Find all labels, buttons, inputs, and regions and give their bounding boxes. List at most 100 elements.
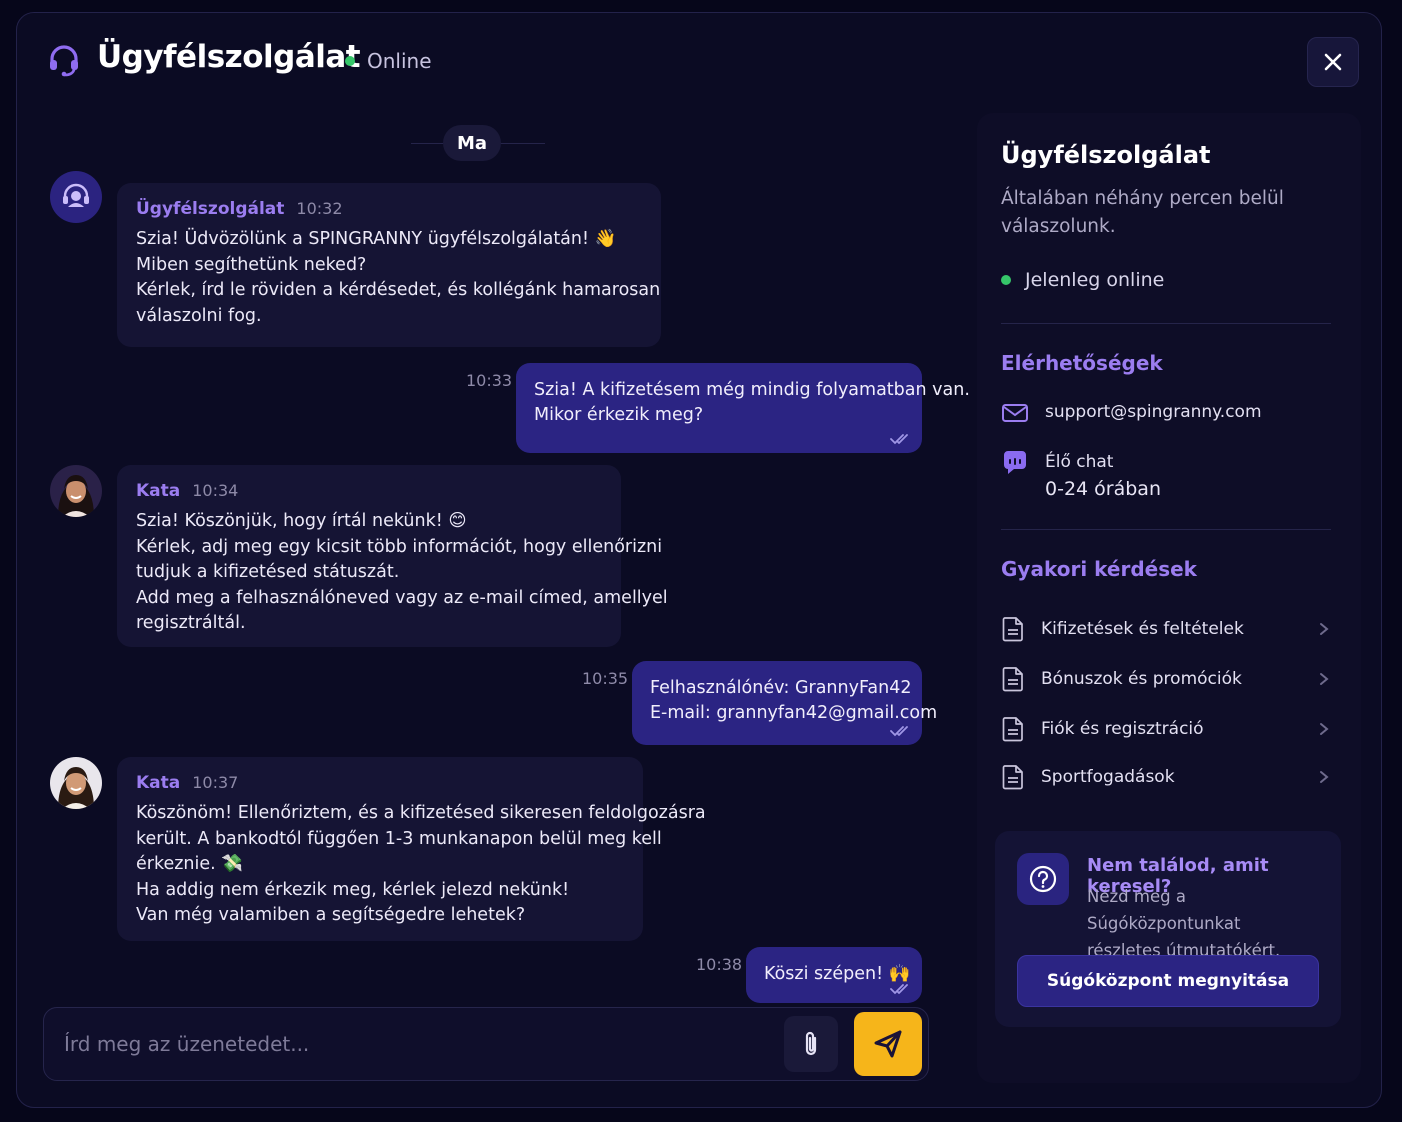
panel-subtitle-line: Általában néhány percen belül [1001, 188, 1284, 209]
faq-item-label: Kifizetések és feltételek [1041, 619, 1244, 639]
chevron-right-icon [1320, 771, 1329, 783]
contact-live-chat[interactable]: Élő chat 0-24 órában [1001, 449, 1161, 503]
live-chat-hours: 0-24 órában [1045, 478, 1161, 500]
message-sender: Ügyfélszolgálat [136, 199, 285, 219]
faq-item[interactable]: Bónuszok és promóciók [1001, 659, 1331, 699]
message-time: 10:32 [296, 199, 343, 218]
message-sender: Kata [136, 481, 181, 501]
faq-item[interactable]: Kifizetések és feltételek [1001, 609, 1331, 649]
info-panel: Ügyfélszolgálat Általában néhány percen … [977, 113, 1361, 1083]
message-text-line: Felhasználónév: GrannyFan42 [650, 678, 912, 698]
faq-item[interactable]: Sportfogadások [1001, 757, 1331, 797]
chevron-right-icon [1320, 723, 1329, 735]
question-mark-icon [1029, 865, 1057, 893]
message-text-line: Ha addig nem érkezik meg, kérlek jelezd … [136, 879, 570, 900]
paperclip-icon [805, 1031, 817, 1056]
chat-header: Ügyfélszolgálat Online [17, 13, 1381, 109]
faq-heading: Gyakori kérdések [1001, 557, 1197, 581]
faq-item-label: Fiók és regisztráció [1041, 719, 1204, 739]
message-text-line: Add meg a felhasználóneved vagy az e-mai… [136, 587, 668, 608]
chevron-right-icon [1320, 673, 1329, 685]
divider [1001, 529, 1331, 530]
live-chat-label: Élő chat [1045, 452, 1114, 472]
message-text-line: Kérlek, írd le röviden a kérdésedet, és … [136, 280, 661, 300]
message-text-line: Van még valamiben a segítségedre lehetek… [136, 905, 526, 925]
message-input[interactable] [64, 1024, 764, 1064]
chevron-right-icon [1320, 623, 1329, 635]
message-time: 10:38 [696, 955, 743, 974]
message-outgoing: Felhasználónév: GrannyFan42 E-mail: gran… [632, 661, 938, 745]
message-text-line: E-mail: grannyfan42@gmail.com [650, 703, 938, 723]
message-text-line: Köszi szépen! 🙌 [764, 964, 911, 984]
divider [1001, 323, 1331, 324]
faq-item-label: Sportfogadások [1041, 767, 1175, 787]
question-icon [1017, 853, 1069, 905]
message-text-line: Miben segíthetünk neked? [136, 254, 367, 275]
message-composer [43, 1007, 929, 1081]
message-text-line: Köszönöm! Ellenőriztem, és a kifizetésed… [136, 803, 706, 823]
day-label: Ma [443, 125, 501, 161]
panel-online-label: Jelenleg online [1025, 269, 1165, 291]
headset-icon [50, 45, 78, 77]
headset-icon [63, 183, 89, 207]
open-help-center-button[interactable]: Súgóközpont megnyitása [1017, 955, 1319, 1007]
message-time: 10:35 [582, 669, 629, 688]
message-time: 10:34 [192, 481, 239, 500]
read-receipt-icon [890, 984, 908, 995]
message-outgoing: Köszi szépen! 🙌 [746, 947, 922, 1003]
agent-avatar [50, 757, 102, 809]
send-icon [874, 1030, 902, 1058]
message-incoming: Kata 10:37 Köszönöm! Ellenőriztem, és a … [117, 757, 706, 941]
faq-item-label: Bónuszok és promóciók [1041, 669, 1242, 689]
message-text-line: Mikor érkezik meg? [534, 405, 704, 425]
agent-portrait [50, 465, 102, 517]
agent-avatar [50, 465, 102, 517]
message-text-line: került. A bankodtól függően 1-3 munkanap… [136, 828, 662, 849]
send-button[interactable] [854, 1012, 922, 1076]
help-body-line: Nézd meg a Súgóközpontunkat [1087, 887, 1241, 933]
help-center-card: Nem találod, amit keresel? Nézd meg a Sú… [995, 831, 1341, 1027]
contact-email[interactable]: support@spingranny.com [1001, 399, 1262, 427]
message-text-line: érkeznie. 💸 [136, 854, 244, 874]
contacts-heading: Elérhetőségek [1001, 351, 1163, 375]
document-icon [1002, 765, 1023, 790]
faq-item[interactable]: Fiók és regisztráció [1001, 709, 1331, 749]
document-icon [1002, 667, 1023, 692]
contact-live-chat-text: Élő chat 0-24 órában [1045, 449, 1161, 503]
message-text-line: regisztráltál. [136, 613, 246, 633]
message-text-line: válaszolni fog. [136, 305, 262, 326]
message-text-line: Szia! Üdvözölünk a SPINGRANNY ügyfélszol… [136, 229, 617, 249]
online-status: Online [345, 49, 432, 73]
panel-online-status: Jelenleg online [1001, 269, 1164, 291]
message-text-line: tudjuk a kifizetésed státuszát. [136, 562, 400, 582]
online-dot-icon [1001, 275, 1011, 285]
chat-title: Ügyfélszolgálat [97, 39, 361, 75]
panel-title: Ügyfélszolgálat [1001, 141, 1211, 169]
day-separator: Ma [411, 125, 545, 161]
attach-button[interactable] [784, 1016, 838, 1072]
mail-icon [1002, 404, 1028, 422]
message-time: 10:33 [466, 371, 513, 390]
read-receipt-icon [890, 726, 908, 737]
close-button[interactable] [1307, 37, 1359, 87]
help-body: Nézd meg a Súgóközpontunkat részletes út… [1087, 883, 1341, 964]
message-sender: Kata [136, 773, 181, 793]
panel-subtitle-line: válaszolunk. [1001, 216, 1116, 237]
online-status-label: Online [367, 49, 432, 73]
agent-portrait [50, 757, 102, 809]
message-incoming: Kata 10:34 Szia! Köszönjük, hogy írtál n… [117, 465, 668, 647]
message-text-line: Szia! A kifizetésem még mindig folyamatb… [534, 380, 970, 400]
document-icon [1002, 717, 1023, 742]
support-chat-window: Ügyfélszolgálat Online Ma Ügyfélszolgála… [16, 12, 1382, 1108]
message-outgoing: Szia! A kifizetésem még mindig folyamatb… [516, 363, 970, 453]
support-avatar [50, 171, 102, 223]
chat-area: Ma Ügyfélszolgálat 10:32 Szia! Üdvözölün… [17, 109, 970, 1107]
online-dot-icon [345, 56, 355, 66]
message-text-line: Szia! Köszönjük, hogy írtál nekünk! 😊 [136, 511, 467, 531]
message-time: 10:37 [192, 773, 239, 792]
close-icon [1324, 53, 1342, 71]
contact-email-text: support@spingranny.com [1045, 402, 1262, 422]
chat-bubble-icon [1004, 451, 1026, 474]
message-incoming: Ügyfélszolgálat 10:32 Szia! Üdvözölünk a… [117, 183, 661, 347]
message-text-line: Kérlek, adj meg egy kicsit több informác… [136, 536, 663, 557]
